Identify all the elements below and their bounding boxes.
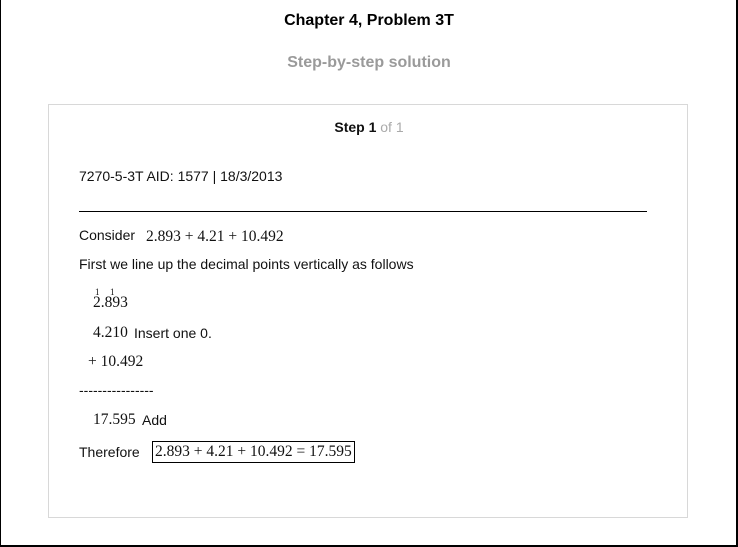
sum-note: Add — [142, 412, 167, 428]
addend-row-3: + 10.492 — [88, 353, 144, 370]
solution-meta: 7270-5-3T AID: 1577 | 18/3/2013 — [79, 168, 283, 184]
solution-card: Step 1 of 1 7270-5-3T AID: 1577 | 18/3/2… — [48, 104, 688, 518]
therefore-label: Therefore — [79, 444, 140, 460]
intro-text: First we line up the decimal points vert… — [79, 256, 414, 272]
addend-row-1: 2.893 — [93, 294, 128, 311]
sum-row: 17.595 — [93, 411, 136, 428]
addend-row-2-note: Insert one 0. — [134, 325, 212, 341]
step-header: Step 1 of 1 — [49, 119, 689, 135]
addend-row-2: 4.210 — [93, 324, 128, 341]
final-answer-box: 2.893 + 4.21 + 10.492 = 17.595 — [152, 441, 355, 463]
step-count: of 1 — [380, 119, 404, 135]
consider-label: Consider — [79, 227, 136, 243]
step-label: Step 1 — [334, 119, 377, 135]
problem-expression: 2.893 + 4.21 + 10.492 — [146, 228, 284, 245]
page-title: Chapter 4, Problem 3T — [284, 12, 454, 29]
divider — [79, 211, 647, 212]
dash-line: ---------------- — [79, 382, 154, 398]
page-subtitle: Step-by-step solution — [287, 54, 451, 71]
window-left-border — [0, 0, 1, 547]
